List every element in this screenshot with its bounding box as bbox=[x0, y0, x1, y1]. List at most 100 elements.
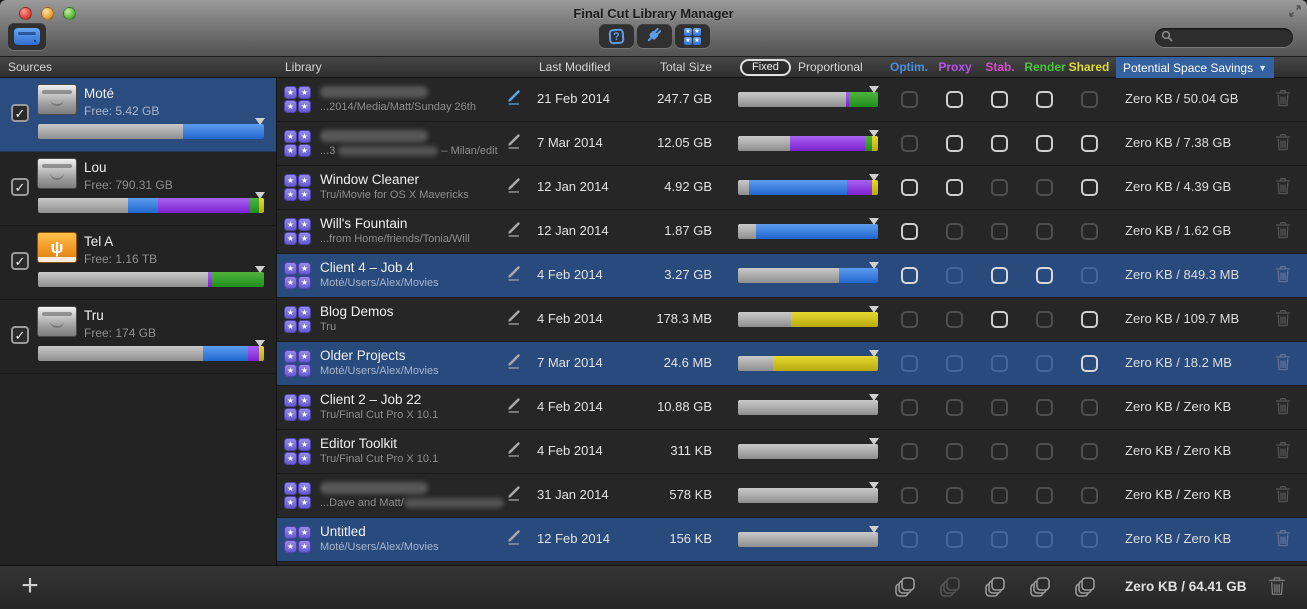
help-button[interactable] bbox=[599, 24, 634, 48]
edit-pencil-icon[interactable] bbox=[505, 88, 527, 110]
optim-checkbox[interactable] bbox=[901, 487, 918, 504]
trash-icon[interactable] bbox=[1275, 529, 1291, 552]
stab-checkbox[interactable] bbox=[991, 223, 1008, 240]
optim-checkbox[interactable] bbox=[901, 355, 918, 372]
stab-checkbox[interactable] bbox=[991, 179, 1008, 196]
connect-button[interactable] bbox=[637, 24, 672, 48]
optim-checkbox[interactable] bbox=[901, 267, 918, 284]
trash-icon[interactable] bbox=[1275, 397, 1291, 420]
stab-checkbox[interactable] bbox=[991, 91, 1008, 108]
source-checkbox[interactable] bbox=[11, 104, 29, 122]
edit-pencil-icon[interactable] bbox=[505, 396, 527, 418]
library-row[interactable]: ...3 – Milan/edit 7 Mar 2014 12.05 GB Ze… bbox=[277, 122, 1307, 166]
batch-column-button-1[interactable] bbox=[939, 576, 961, 598]
sources-toolbar-button[interactable] bbox=[8, 23, 46, 50]
render-checkbox[interactable] bbox=[1036, 223, 1053, 240]
render-checkbox[interactable] bbox=[1036, 267, 1053, 284]
edit-pencil-icon[interactable] bbox=[505, 484, 527, 506]
shared-checkbox[interactable] bbox=[1081, 135, 1098, 152]
shared-checkbox[interactable] bbox=[1081, 91, 1098, 108]
column-header-stab[interactable]: Stab. bbox=[985, 60, 1014, 74]
optim-checkbox[interactable] bbox=[901, 399, 918, 416]
trash-icon[interactable] bbox=[1275, 265, 1291, 288]
proxy-checkbox[interactable] bbox=[946, 135, 963, 152]
fixed-scale-toggle[interactable]: Fixed bbox=[740, 59, 791, 76]
trash-icon[interactable] bbox=[1268, 576, 1286, 601]
source-item[interactable]: Tru Free: 174 GB bbox=[0, 300, 276, 374]
trash-icon[interactable] bbox=[1275, 309, 1291, 332]
trash-icon[interactable] bbox=[1275, 353, 1291, 376]
source-checkbox[interactable] bbox=[11, 252, 29, 270]
library-row[interactable]: Client 4 – Job 4 Moté/Users/Alex/Movies … bbox=[277, 254, 1307, 298]
edit-pencil-icon[interactable] bbox=[505, 528, 527, 550]
column-header-shared[interactable]: Shared bbox=[1069, 60, 1110, 74]
render-checkbox[interactable] bbox=[1036, 443, 1053, 460]
batch-column-button-3[interactable] bbox=[1029, 576, 1051, 598]
edit-pencil-icon[interactable] bbox=[505, 176, 527, 198]
stab-checkbox[interactable] bbox=[991, 531, 1008, 548]
optim-checkbox[interactable] bbox=[901, 443, 918, 460]
library-row[interactable]: Will's Fountain ...from Home/friends/Ton… bbox=[277, 210, 1307, 254]
shared-checkbox[interactable] bbox=[1081, 223, 1098, 240]
stab-checkbox[interactable] bbox=[991, 443, 1008, 460]
proxy-checkbox[interactable] bbox=[946, 223, 963, 240]
column-header-proxy[interactable]: Proxy bbox=[938, 60, 971, 74]
edit-pencil-icon[interactable] bbox=[505, 352, 527, 374]
source-item[interactable]: Moté Free: 5.42 GB bbox=[0, 78, 276, 152]
shared-checkbox[interactable] bbox=[1081, 311, 1098, 328]
proxy-checkbox[interactable] bbox=[946, 267, 963, 284]
edit-pencil-icon[interactable] bbox=[505, 308, 527, 330]
potential-space-savings-sort-header[interactable]: Potential Space Savings ▼ bbox=[1116, 57, 1274, 78]
trash-icon[interactable] bbox=[1275, 441, 1291, 464]
optim-checkbox[interactable] bbox=[901, 91, 918, 108]
render-checkbox[interactable] bbox=[1036, 311, 1053, 328]
search-input[interactable] bbox=[1177, 32, 1282, 44]
render-checkbox[interactable] bbox=[1036, 179, 1053, 196]
proxy-checkbox[interactable] bbox=[946, 311, 963, 328]
shared-checkbox[interactable] bbox=[1081, 487, 1098, 504]
render-checkbox[interactable] bbox=[1036, 531, 1053, 548]
library-row[interactable]: Untitled Moté/Users/Alex/Movies 12 Feb 2… bbox=[277, 518, 1307, 562]
library-row[interactable]: Client 2 – Job 22 Tru/Final Cut Pro X 10… bbox=[277, 386, 1307, 430]
source-checkbox[interactable] bbox=[11, 326, 29, 344]
total-size-column-header[interactable]: Total Size bbox=[622, 60, 712, 74]
column-header-render[interactable]: Render bbox=[1024, 60, 1065, 74]
proxy-checkbox[interactable] bbox=[946, 399, 963, 416]
source-checkbox[interactable] bbox=[11, 178, 29, 196]
optim-checkbox[interactable] bbox=[901, 135, 918, 152]
library-row[interactable]: Window Cleaner Tru/iMovie for OS X Maver… bbox=[277, 166, 1307, 210]
batch-column-button-0[interactable] bbox=[894, 576, 916, 598]
edit-pencil-icon[interactable] bbox=[505, 264, 527, 286]
edit-pencil-icon[interactable] bbox=[505, 220, 527, 242]
batch-column-button-2[interactable] bbox=[984, 576, 1006, 598]
optim-checkbox[interactable] bbox=[901, 223, 918, 240]
shared-checkbox[interactable] bbox=[1081, 355, 1098, 372]
shared-checkbox[interactable] bbox=[1081, 267, 1098, 284]
render-checkbox[interactable] bbox=[1036, 355, 1053, 372]
trash-icon[interactable] bbox=[1275, 485, 1291, 508]
fullscreen-icon[interactable] bbox=[1288, 4, 1302, 23]
library-row[interactable]: ...Dave and Matt/ 31 Jan 2014 578 KB Zer… bbox=[277, 474, 1307, 518]
render-checkbox[interactable] bbox=[1036, 487, 1053, 504]
shared-checkbox[interactable] bbox=[1081, 399, 1098, 416]
library-row[interactable]: Editor Toolkit Tru/Final Cut Pro X 10.1 … bbox=[277, 430, 1307, 474]
edit-pencil-icon[interactable] bbox=[505, 132, 527, 154]
proxy-checkbox[interactable] bbox=[946, 443, 963, 460]
batch-column-button-4[interactable] bbox=[1074, 576, 1096, 598]
stab-checkbox[interactable] bbox=[991, 267, 1008, 284]
trash-icon[interactable] bbox=[1275, 177, 1291, 200]
library-row[interactable]: Older Projects Moté/Users/Alex/Movies 7 … bbox=[277, 342, 1307, 386]
optim-checkbox[interactable] bbox=[901, 311, 918, 328]
stab-checkbox[interactable] bbox=[991, 355, 1008, 372]
optim-checkbox[interactable] bbox=[901, 179, 918, 196]
proxy-checkbox[interactable] bbox=[946, 355, 963, 372]
shared-checkbox[interactable] bbox=[1081, 443, 1098, 460]
library-row[interactable]: Blog Demos Tru 4 Feb 2014 178.3 MB Zero … bbox=[277, 298, 1307, 342]
stab-checkbox[interactable] bbox=[991, 311, 1008, 328]
optim-checkbox[interactable] bbox=[901, 531, 918, 548]
render-checkbox[interactable] bbox=[1036, 135, 1053, 152]
trash-icon[interactable] bbox=[1275, 133, 1291, 156]
trash-icon[interactable] bbox=[1275, 221, 1291, 244]
source-item[interactable]: Lou Free: 790.31 GB bbox=[0, 152, 276, 226]
shared-checkbox[interactable] bbox=[1081, 531, 1098, 548]
